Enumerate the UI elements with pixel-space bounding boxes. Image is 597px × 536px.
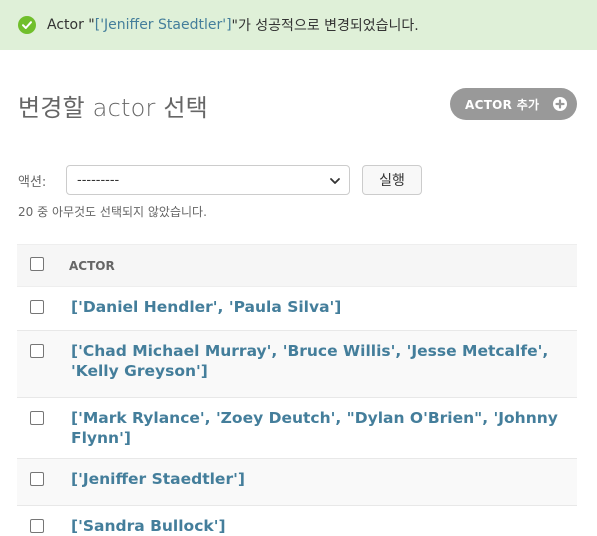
row-checkbox[interactable]: [30, 344, 44, 358]
add-actor-button[interactable]: ACTOR 추가: [450, 88, 577, 120]
table-row: ['Sandra Bullock']: [17, 505, 577, 536]
row-checkbox[interactable]: [30, 472, 44, 486]
row-checkbox[interactable]: [30, 519, 44, 533]
table-row: ['Mark Rylance', 'Zoey Deutch', "Dylan O…: [17, 397, 577, 459]
add-actor-label: ACTOR 추가: [465, 97, 540, 112]
plus-icon: [553, 97, 567, 111]
table-row: ['Daniel Hendler', 'Paula Silva']: [17, 286, 577, 331]
actor-link[interactable]: ['Chad Michael Murray', 'Bruce Willis', …: [71, 342, 548, 380]
success-message: Actor " ['Jeniffer Staedtler'] "가 성공적으로 변경…: [0, 0, 597, 50]
actions-label: 액션:: [18, 175, 47, 190]
check-circle-icon: [18, 16, 36, 34]
page-title: 변경할 actor 선택: [18, 94, 208, 122]
row-checkbox[interactable]: [30, 411, 44, 425]
run-action-button[interactable]: 실행: [362, 165, 422, 195]
table-row: ['Jeniffer Staedtler']: [17, 458, 577, 506]
table-row: ['Chad Michael Murray', 'Bruce Willis', …: [17, 330, 577, 398]
action-select-value: ---------: [77, 172, 120, 188]
results-table: ACTOR ['Daniel Hendler', 'Paula Silva'] …: [17, 244, 577, 536]
actor-link[interactable]: ['Mark Rylance', 'Zoey Deutch', "Dylan O…: [71, 409, 558, 447]
actor-link[interactable]: ['Jeniffer Staedtler']: [71, 470, 245, 488]
actor-link[interactable]: ['Daniel Hendler', 'Paula Silva']: [71, 298, 341, 316]
success-message-prefix: Actor ": [47, 17, 95, 33]
actor-link[interactable]: ['Sandra Bullock']: [71, 517, 226, 535]
column-header-actor[interactable]: ACTOR: [69, 244, 577, 287]
row-checkbox[interactable]: [30, 300, 44, 314]
select-all-cell: [17, 244, 69, 287]
chevron-down-icon: [330, 178, 340, 184]
action-select[interactable]: ---------: [66, 165, 350, 195]
success-message-link[interactable]: ['Jeniffer Staedtler']: [95, 17, 232, 33]
selection-counter: 20 중 아무것도 선택되지 않았습니다.: [18, 205, 207, 219]
select-all-checkbox[interactable]: [30, 257, 44, 271]
success-message-suffix: "가 성공적으로 변경되었습니다.: [231, 18, 419, 34]
